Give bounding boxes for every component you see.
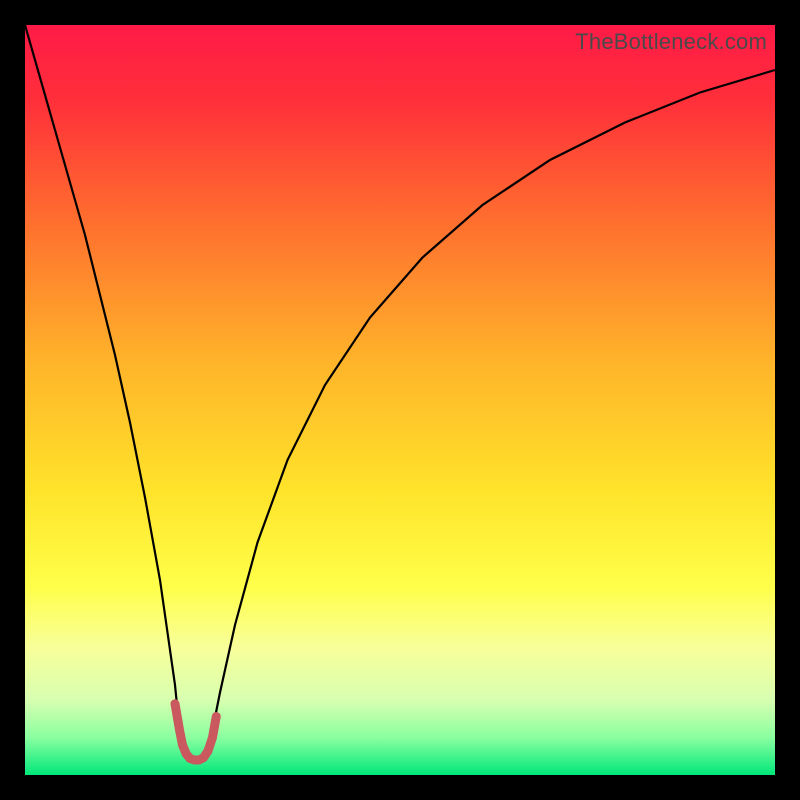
chart-svg	[25, 25, 775, 775]
gradient-background	[25, 25, 775, 775]
outer-frame: TheBottleneck.com	[0, 0, 800, 800]
plot-area: TheBottleneck.com	[25, 25, 775, 775]
watermark-text: TheBottleneck.com	[575, 29, 767, 55]
